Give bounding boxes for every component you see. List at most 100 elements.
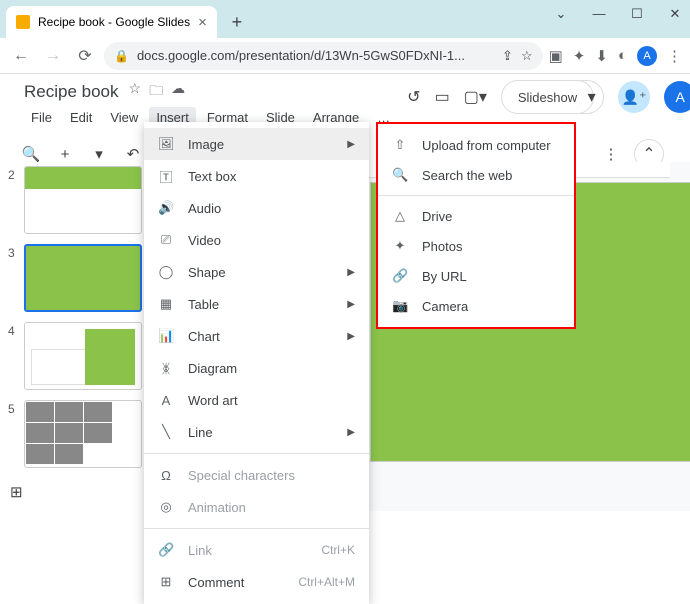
image-search-web[interactable]: 🔍Search the web xyxy=(378,160,574,190)
address-bar-row: ← → ⟳ 🔒 docs.google.com/presentation/d/1… xyxy=(0,38,690,74)
image-submenu: ⇧Upload from computer 🔍Search the web △D… xyxy=(376,122,576,329)
undo-button[interactable]: ↶ xyxy=(122,145,144,163)
back-button[interactable]: ← xyxy=(8,43,34,69)
camera-icon: 📷 xyxy=(392,298,408,314)
insert-audio[interactable]: 🔊Audio xyxy=(144,192,369,224)
insert-shape[interactable]: ◯Shape▶ xyxy=(144,256,369,288)
share-button[interactable]: 👤⁺ xyxy=(618,81,650,113)
url-text: docs.google.com/presentation/d/13Wn-5GwS… xyxy=(137,48,465,63)
chevron-right-icon: ▶ xyxy=(347,267,355,278)
browser-tab[interactable]: Recipe book - Google Slides × xyxy=(6,6,217,38)
insert-image[interactable]: 🖼Image▶ xyxy=(144,128,369,160)
special-chars-icon: Ω xyxy=(158,468,174,483)
image-photos[interactable]: ✦Photos xyxy=(378,231,574,261)
thumb-number: 5 xyxy=(8,400,18,416)
meet-icon[interactable]: ▢▾ xyxy=(464,87,487,107)
photos-icon: ✦ xyxy=(392,238,408,254)
slide-thumbnail-selected[interactable] xyxy=(24,244,142,312)
star-icon[interactable]: ☆ xyxy=(521,48,533,64)
new-tab-button[interactable]: + xyxy=(223,8,251,36)
insert-diagram[interactable]: ᛤDiagram xyxy=(144,352,369,384)
download-icon[interactable]: ⬇ xyxy=(595,47,608,65)
chevron-right-icon: ▶ xyxy=(347,331,355,342)
search-icon: 🔍 xyxy=(392,167,408,183)
search-icon[interactable]: 🔍 xyxy=(20,145,42,163)
insert-comment[interactable]: ⊞CommentCtrl+Alt+M xyxy=(144,566,369,598)
document-title[interactable]: Recipe book xyxy=(24,82,119,102)
menu-file[interactable]: File xyxy=(24,107,59,128)
slides-favicon xyxy=(16,15,30,29)
animation-icon: ◎ xyxy=(158,499,174,515)
history-icon[interactable]: ↺ xyxy=(407,87,420,107)
reading-list-icon[interactable]: ◐ xyxy=(618,47,627,64)
insert-line[interactable]: ╲Line▶ xyxy=(144,416,369,448)
account-avatar[interactable]: A xyxy=(664,81,690,113)
grid-view-button[interactable]: ⊞ xyxy=(10,483,23,501)
thumb-number: 4 xyxy=(8,322,18,338)
menu-edit[interactable]: Edit xyxy=(63,107,99,128)
drive-icon: △ xyxy=(392,208,408,224)
insert-menu-dropdown: 🖼Image▶ 🅃Text box 🔊Audio ⎚Video ◯Shape▶ … xyxy=(144,122,369,604)
minimize-icon[interactable]: — xyxy=(588,6,610,22)
close-tab-icon[interactable]: × xyxy=(198,14,207,31)
slide-thumbnail[interactable] xyxy=(24,322,142,390)
new-slide-button[interactable]: + xyxy=(54,146,76,163)
chart-icon: 📊 xyxy=(158,328,174,344)
thumb-number: 2 xyxy=(8,166,18,182)
comments-icon[interactable]: ▭ xyxy=(435,87,450,107)
url-icon: 🔗 xyxy=(392,268,408,284)
menu-view[interactable]: View xyxy=(103,107,145,128)
slide-thumbnail[interactable] xyxy=(24,400,142,468)
window-controls: ⌄ — ☐ ✕ xyxy=(550,6,686,22)
diagram-icon: ᛤ xyxy=(158,361,174,376)
star-doc-icon[interactable]: ☆ xyxy=(129,80,142,104)
more-tools-icon[interactable]: ⋮ xyxy=(600,145,622,163)
chevron-right-icon: ▶ xyxy=(347,427,355,438)
image-icon: 🖼 xyxy=(158,136,174,152)
image-drive[interactable]: △Drive xyxy=(378,201,574,231)
comment-icon: ⊞ xyxy=(158,574,174,590)
line-icon: ╲ xyxy=(158,424,174,440)
new-slide-dropdown[interactable]: ▾ xyxy=(88,145,110,163)
thumb-number: 3 xyxy=(8,244,18,260)
close-window-icon[interactable]: ✕ xyxy=(664,6,686,22)
chevron-right-icon: ▶ xyxy=(347,299,355,310)
profile-avatar-small[interactable]: A xyxy=(637,46,657,66)
word-art-icon: A xyxy=(158,393,174,408)
insert-table[interactable]: ▦Table▶ xyxy=(144,288,369,320)
link-icon: 🔗 xyxy=(158,542,174,558)
move-doc-icon[interactable]: 🗀 xyxy=(149,80,163,104)
insert-chart[interactable]: 📊Chart▶ xyxy=(144,320,369,352)
insert-video[interactable]: ⎚Video xyxy=(144,224,369,256)
audio-icon: 🔊 xyxy=(158,200,174,216)
lock-icon: 🔒 xyxy=(114,49,129,63)
image-upload-from-computer[interactable]: ⇧Upload from computer xyxy=(378,130,574,160)
insert-text-box[interactable]: 🅃Text box xyxy=(144,160,369,192)
share-icon[interactable]: ⇪ xyxy=(502,48,513,64)
slide-thumbnails-panel[interactable]: 2 3 4 5 xyxy=(0,162,150,511)
insert-animation: ◎Animation xyxy=(144,491,369,523)
chevron-down-icon[interactable]: ⌄ xyxy=(550,6,572,22)
tab-title: Recipe book - Google Slides xyxy=(38,15,190,29)
insert-special-characters: ΩSpecial characters xyxy=(144,459,369,491)
slide-thumbnail[interactable] xyxy=(24,166,142,234)
url-bar[interactable]: 🔒 docs.google.com/presentation/d/13Wn-5G… xyxy=(104,42,543,70)
shape-icon: ◯ xyxy=(158,264,174,280)
extensions-icon[interactable]: ✦ xyxy=(573,47,586,65)
browser-titlebar: Recipe book - Google Slides × + ⌄ — ☐ ✕ xyxy=(0,0,690,38)
table-icon: ▦ xyxy=(158,296,174,312)
maximize-icon[interactable]: ☐ xyxy=(626,6,648,22)
slideshow-dropdown[interactable]: ▾ xyxy=(580,80,604,114)
cloud-status-icon: ☁ xyxy=(171,80,185,104)
image-by-url[interactable]: 🔗By URL xyxy=(378,261,574,291)
forward-button[interactable]: → xyxy=(40,43,66,69)
cast-icon[interactable]: ▣ xyxy=(549,47,563,65)
image-camera[interactable]: 📷Camera xyxy=(378,291,574,321)
menu-separator xyxy=(144,528,369,529)
menu-separator xyxy=(144,453,369,454)
insert-word-art[interactable]: AWord art xyxy=(144,384,369,416)
insert-link: 🔗LinkCtrl+K xyxy=(144,534,369,566)
reload-button[interactable]: ⟳ xyxy=(72,43,98,69)
menu-separator xyxy=(378,195,574,196)
browser-menu-icon[interactable]: ⋮ xyxy=(667,47,682,65)
